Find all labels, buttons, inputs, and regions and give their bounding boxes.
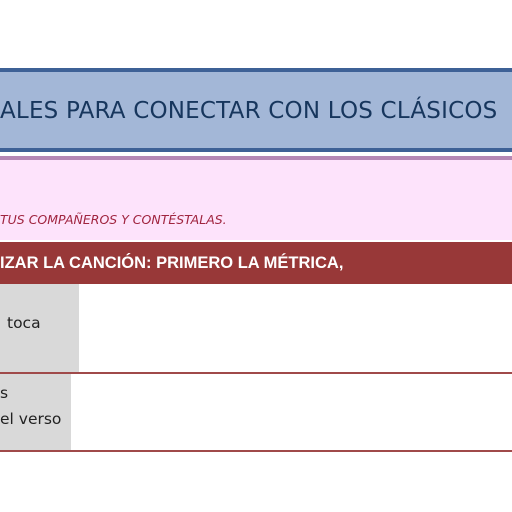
- document-page: ALES PARA CONECTAR CON LOS CLÁSICOS TUS …: [0, 0, 512, 512]
- question-label-cell: toca: [0, 284, 79, 372]
- question-label-cell: s el verso: [0, 374, 71, 450]
- document-title: ALES PARA CONECTAR CON LOS CLÁSICOS: [0, 98, 498, 124]
- section-header: IZAR LA CANCIÓN: PRIMERO LA MÉTRICA,: [0, 242, 512, 284]
- table-row: s el verso: [0, 374, 512, 452]
- answer-cell[interactable]: [79, 284, 512, 372]
- table-row: toca: [0, 284, 512, 374]
- answer-cell[interactable]: [71, 374, 512, 450]
- section-heading: IZAR LA CANCIÓN: PRIMERO LA MÉTRICA,: [0, 254, 344, 272]
- instructions-box: TUS COMPAÑEROS Y CONTÉSTALAS.: [0, 160, 512, 240]
- question-label-text: toca: [7, 314, 41, 332]
- question-label-text: el verso: [0, 410, 62, 428]
- instructions-text: TUS COMPAÑEROS Y CONTÉSTALAS.: [0, 212, 227, 227]
- question-label-text: s: [0, 384, 9, 402]
- title-banner: ALES PARA CONECTAR CON LOS CLÁSICOS: [0, 68, 512, 152]
